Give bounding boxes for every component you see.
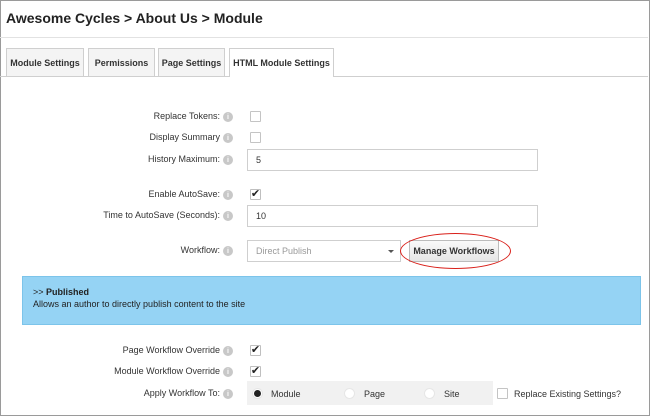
history-maximum-label: History Maximum:: [147, 154, 220, 164]
workflow-state-name: Published: [46, 287, 90, 297]
history-maximum-input[interactable]: [247, 149, 538, 171]
info-icon[interactable]: i: [223, 346, 233, 356]
chevron-down-icon: [388, 250, 394, 253]
page-title: Awesome Cycles > About Us > Module: [6, 10, 263, 26]
tab-module-settings[interactable]: Module Settings: [6, 48, 84, 76]
tab-page-settings[interactable]: Page Settings: [158, 48, 225, 76]
apply-workflow-to-label: Apply Workflow To:: [143, 388, 220, 398]
info-icon[interactable]: i: [223, 246, 233, 256]
display-summary-label: Display Summary: [149, 132, 220, 142]
workflow-selected-value: Direct Publish: [256, 246, 312, 256]
radio-site-label: Site: [444, 389, 460, 399]
workflow-select[interactable]: Direct Publish: [247, 240, 401, 262]
info-icon[interactable]: i: [223, 389, 233, 399]
workflow-state-heading: >> Published: [33, 287, 630, 297]
tab-html-module-settings[interactable]: HTML Module Settings: [229, 48, 334, 77]
workflow-label: Workflow:: [180, 245, 220, 255]
module-workflow-override-label: Module Workflow Override: [114, 366, 220, 376]
enable-autosave-label: Enable AutoSave:: [148, 189, 220, 199]
workflow-state-description: Allows an author to directly publish con…: [33, 299, 246, 309]
display-summary-checkbox[interactable]: [250, 132, 261, 143]
workflow-state-panel: >> Published Allows an author to directl…: [22, 276, 641, 325]
radio-module[interactable]: [252, 388, 263, 399]
checkmark-icon: ✔: [250, 365, 261, 377]
radio-page-label: Page: [364, 389, 386, 399]
time-to-autosave-label: Time to AutoSave (Seconds):: [103, 210, 220, 220]
page-workflow-override-checkbox[interactable]: ✔: [250, 345, 261, 356]
checkmark-icon: ✔: [250, 188, 261, 200]
tab-permissions[interactable]: Permissions: [88, 48, 155, 76]
radio-page[interactable]: [344, 388, 355, 399]
checkmark-icon: ✔: [250, 344, 261, 356]
replace-tokens-label: Replace Tokens:: [153, 111, 220, 121]
info-icon[interactable]: i: [223, 155, 233, 165]
info-icon[interactable]: i: [223, 133, 233, 143]
radio-site[interactable]: [424, 388, 435, 399]
replace-existing-settings-label: Replace Existing Settings?: [514, 389, 622, 399]
radio-module-label: Module: [271, 389, 301, 399]
info-icon[interactable]: i: [223, 211, 233, 221]
enable-autosave-checkbox[interactable]: ✔: [250, 189, 261, 200]
info-icon[interactable]: i: [223, 190, 233, 200]
heading-prefix: >>: [33, 287, 47, 297]
info-icon[interactable]: i: [223, 112, 233, 122]
module-workflow-override-checkbox[interactable]: ✔: [250, 366, 261, 377]
info-icon[interactable]: i: [223, 367, 233, 377]
time-to-autosave-input[interactable]: [247, 205, 538, 227]
title-divider: [0, 37, 648, 38]
replace-existing-settings-checkbox[interactable]: [497, 388, 508, 399]
replace-tokens-checkbox[interactable]: [250, 111, 261, 122]
page-workflow-override-label: Page Workflow Override: [122, 345, 220, 355]
highlight-annotation: [400, 233, 511, 269]
